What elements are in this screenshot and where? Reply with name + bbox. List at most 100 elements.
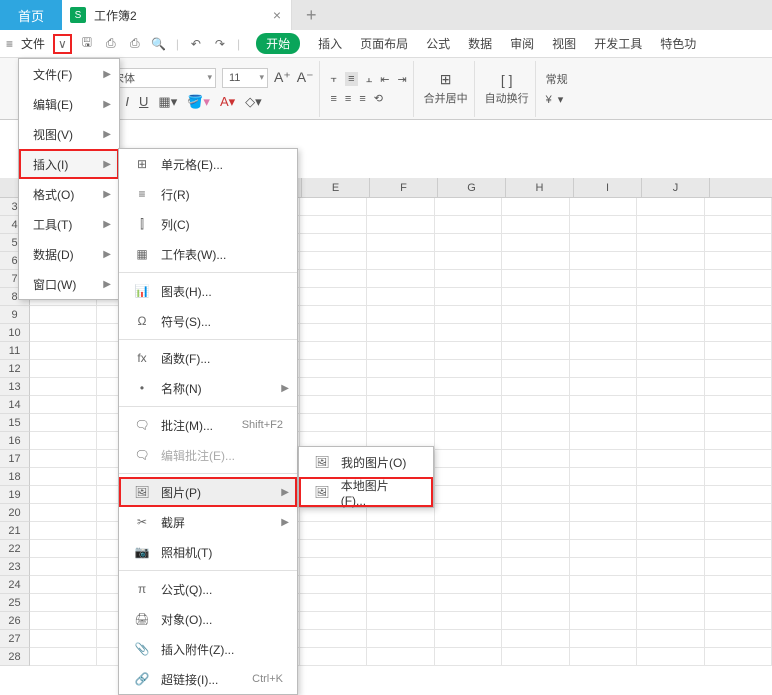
cell[interactable] <box>637 396 704 414</box>
cell[interactable] <box>367 414 434 432</box>
align-center-icon[interactable]: ≡ <box>345 93 351 105</box>
cell[interactable] <box>705 612 772 630</box>
cell[interactable] <box>30 432 97 450</box>
cell[interactable] <box>705 630 772 648</box>
cell[interactable] <box>705 342 772 360</box>
cell[interactable] <box>502 234 569 252</box>
cell[interactable] <box>300 270 367 288</box>
print-icon[interactable]: ⎙ <box>102 36 120 51</box>
underline-button[interactable]: U <box>139 94 148 109</box>
cell[interactable] <box>570 540 637 558</box>
insert-menu-item[interactable]: 🗨批注(M)...Shift+F2 <box>119 410 297 440</box>
ribbon-tab-features[interactable]: 特色功 <box>660 35 696 52</box>
print-preview-icon[interactable]: ⎙ <box>126 36 144 51</box>
cell[interactable] <box>367 198 434 216</box>
cell[interactable] <box>705 198 772 216</box>
cell[interactable] <box>435 468 502 486</box>
file-menu-button[interactable]: 文件 <box>19 35 47 52</box>
cell[interactable] <box>705 216 772 234</box>
insert-menu-item[interactable]: 📊图表(H)... <box>119 276 297 306</box>
file-menu-item[interactable]: 格式(O)▶ <box>19 179 119 209</box>
column-header[interactable]: J <box>642 178 710 197</box>
cell[interactable] <box>570 612 637 630</box>
font-name-combo[interactable]: 宋体 <box>106 68 216 88</box>
insert-menu-item[interactable]: •名称(N)▶ <box>119 373 297 403</box>
cell[interactable] <box>637 414 704 432</box>
cell[interactable] <box>705 306 772 324</box>
cell[interactable] <box>435 594 502 612</box>
cell[interactable] <box>435 522 502 540</box>
cell[interactable] <box>502 468 569 486</box>
cell[interactable] <box>705 414 772 432</box>
decrease-font-icon[interactable]: A⁻ <box>297 69 314 86</box>
tab-home[interactable]: 首页 <box>0 0 62 30</box>
cell[interactable] <box>637 342 704 360</box>
cell[interactable] <box>367 306 434 324</box>
cell[interactable] <box>570 198 637 216</box>
cell[interactable] <box>435 576 502 594</box>
cell[interactable] <box>502 450 569 468</box>
merge-icon[interactable]: ⊞ <box>440 71 452 88</box>
cell[interactable] <box>367 324 434 342</box>
insert-menu-item[interactable]: 🖼图片(P)▶ <box>119 477 297 507</box>
cell[interactable] <box>435 630 502 648</box>
cell[interactable] <box>300 648 367 666</box>
cell[interactable] <box>367 576 434 594</box>
cell[interactable] <box>637 216 704 234</box>
cell[interactable] <box>502 324 569 342</box>
cell[interactable] <box>435 198 502 216</box>
cell[interactable] <box>705 360 772 378</box>
column-header[interactable]: H <box>506 178 574 197</box>
row-header[interactable]: 15 <box>0 414 30 432</box>
cell[interactable] <box>502 612 569 630</box>
cell[interactable] <box>300 522 367 540</box>
cell[interactable] <box>502 360 569 378</box>
cell[interactable] <box>570 594 637 612</box>
increase-font-icon[interactable]: A⁺ <box>274 69 291 86</box>
cell[interactable] <box>30 360 97 378</box>
cell[interactable] <box>30 540 97 558</box>
cell[interactable] <box>435 648 502 666</box>
orientation-icon[interactable]: ⟲ <box>374 92 383 105</box>
cell[interactable] <box>300 612 367 630</box>
cell[interactable] <box>300 594 367 612</box>
cell[interactable] <box>435 288 502 306</box>
insert-menu-item[interactable]: π公式(Q)... <box>119 574 297 604</box>
insert-menu-item[interactable]: ≡行(R) <box>119 179 297 209</box>
cell[interactable] <box>570 486 637 504</box>
cell[interactable] <box>30 558 97 576</box>
number-format-label[interactable]: 常规 <box>546 71 568 87</box>
cell[interactable] <box>637 288 704 306</box>
cell[interactable] <box>435 324 502 342</box>
cell[interactable] <box>435 360 502 378</box>
file-menu-item[interactable]: 工具(T)▶ <box>19 209 119 239</box>
cell[interactable] <box>502 594 569 612</box>
cell[interactable] <box>300 414 367 432</box>
cell[interactable] <box>570 432 637 450</box>
row-header[interactable]: 16 <box>0 432 30 450</box>
cell[interactable] <box>435 450 502 468</box>
row-header[interactable]: 24 <box>0 576 30 594</box>
cell[interactable] <box>637 630 704 648</box>
picture-menu-item[interactable]: 🖼我的图片(O) <box>299 447 433 477</box>
cell[interactable] <box>300 306 367 324</box>
italic-button[interactable]: I <box>125 94 129 109</box>
cell[interactable] <box>637 378 704 396</box>
cell[interactable] <box>570 234 637 252</box>
insert-menu-item[interactable]: ▦工作表(W)... <box>119 239 297 269</box>
cell[interactable] <box>570 558 637 576</box>
fill-color-icon[interactable]: 🪣▾ <box>187 94 210 110</box>
align-right-icon[interactable]: ≡ <box>359 93 365 105</box>
cell[interactable] <box>367 288 434 306</box>
cell[interactable] <box>637 612 704 630</box>
cell[interactable] <box>570 288 637 306</box>
cell[interactable] <box>502 486 569 504</box>
insert-menu-item[interactable]: 📎插入附件(Z)... <box>119 634 297 664</box>
cell[interactable] <box>502 432 569 450</box>
cell[interactable] <box>705 648 772 666</box>
cell[interactable] <box>570 576 637 594</box>
cell[interactable] <box>30 324 97 342</box>
file-menu-item[interactable]: 窗口(W)▶ <box>19 269 119 299</box>
ribbon-tab-review[interactable]: 审阅 <box>510 35 534 52</box>
cell[interactable] <box>300 630 367 648</box>
